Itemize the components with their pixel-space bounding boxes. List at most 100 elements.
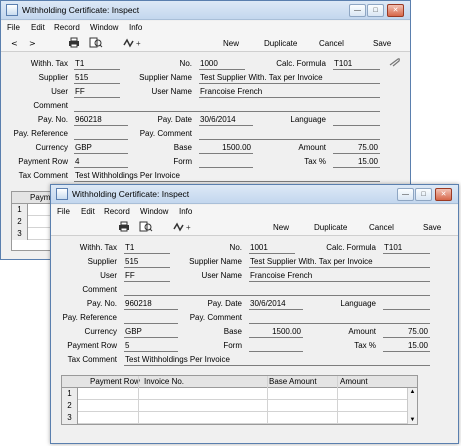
withh-tax-field[interactable]: T1 [124,243,170,254]
comment-field[interactable] [124,285,430,296]
activity-icon[interactable]: + [173,222,193,234]
pay-date-field[interactable]: 30/6/2014 [249,299,303,310]
back-titlebar[interactable]: Withholding Certificate: Inspect — □ ✕ [1,1,410,20]
new-button[interactable]: New [223,39,239,48]
no-field[interactable]: 1000 [199,59,245,70]
amount-field[interactable]: 75.00 [333,143,380,154]
supplier-name-field[interactable]: Test Supplier With. Tax per Invoice [249,257,430,268]
pay-no-field[interactable]: 960218 [74,115,128,126]
pay-date-field[interactable]: 30/6/2014 [199,115,253,126]
window-app-icon [56,188,68,200]
currency-field[interactable]: GBP [74,143,128,154]
front-titlebar[interactable]: Withholding Certificate: Inspect — □ ✕ [51,185,458,204]
base-field[interactable]: 1500.00 [249,327,303,338]
menu-window[interactable]: Window [90,23,118,32]
table-row[interactable]: 1 [62,388,407,400]
pay-no-field[interactable]: 960218 [124,299,178,310]
activity-icon[interactable]: + [123,38,143,50]
tax-comment-field[interactable]: Test Withholdings Per Invoice [124,355,430,366]
supplier-field[interactable]: 515 [124,257,170,268]
form-field[interactable] [249,341,303,352]
calc-formula-field[interactable]: T101 [383,243,430,254]
pay-reference-field[interactable] [74,129,128,140]
print-preview-icon[interactable] [89,37,103,50]
user-name-field[interactable]: Francoise French [249,271,430,282]
row-number: 1 [12,204,28,216]
no-label: No. [179,59,192,68]
print-icon[interactable] [118,221,130,234]
payment-row-field[interactable]: 4 [74,157,128,168]
front-window[interactable]: Withholding Certificate: Inspect — □ ✕ F… [50,184,459,444]
duplicate-button[interactable]: Duplicate [314,223,347,232]
no-field[interactable]: 1001 [249,243,295,254]
close-icon[interactable]: ✕ [435,188,452,201]
print-preview-icon[interactable] [139,221,153,234]
form-field[interactable] [199,157,253,168]
save-button[interactable]: Save [423,223,441,232]
table-row[interactable]: 2 [62,400,407,412]
tax-comment-label: Tax Comment [18,171,68,180]
payment-row-field[interactable]: 5 [124,341,178,352]
grid-col-amount: Amount [340,377,368,386]
minimize-icon[interactable]: — [397,188,414,201]
pay-no-label: Pay. No. [86,299,117,308]
withh-tax-label: Withh. Tax [30,59,68,68]
window-title: Withholding Certificate: Inspect [22,5,140,15]
row-number: 2 [12,216,28,228]
table-row[interactable]: 3 [62,412,407,424]
calc-formula-field[interactable]: T101 [333,59,380,70]
user-field[interactable]: FF [124,271,170,282]
supplier-field[interactable]: 515 [74,73,120,84]
svg-text:+: + [136,39,141,48]
duplicate-button[interactable]: Duplicate [264,39,297,48]
grid-scrollbar[interactable]: ▲ ▼ [407,388,417,424]
amount-field[interactable]: 75.00 [383,327,430,338]
comment-field[interactable] [74,101,380,112]
menu-info[interactable]: Info [129,23,142,32]
menu-edit[interactable]: Edit [31,23,45,32]
tax-comment-field[interactable]: Test Withholdings Per Invoice [74,171,380,182]
user-field[interactable]: FF [74,87,120,98]
save-button[interactable]: Save [373,39,391,48]
menu-info[interactable]: Info [179,207,192,216]
close-icon[interactable]: ✕ [387,4,404,17]
scroll-down-icon[interactable]: ▼ [408,417,417,423]
currency-field[interactable]: GBP [124,327,178,338]
user-label: User [100,271,117,280]
previous-record-button[interactable]: < [11,39,18,48]
language-field[interactable] [383,299,430,310]
menu-record[interactable]: Record [104,207,130,216]
cancel-button[interactable]: Cancel [369,223,394,232]
user-name-field[interactable]: Francoise French [199,87,380,98]
pay-comment-field[interactable] [199,129,380,140]
print-icon[interactable] [68,37,80,50]
menu-file[interactable]: File [7,23,20,32]
pay-reference-field[interactable] [124,313,178,324]
next-record-button[interactable]: > [29,39,36,48]
menu-window[interactable]: Window [140,207,168,216]
menu-file[interactable]: File [57,207,70,216]
grid-header: Payment Row Invoice No. Base Amount Amou… [62,376,417,388]
paperclip-icon[interactable] [388,57,401,67]
minimize-icon[interactable]: — [349,4,366,17]
cancel-button[interactable]: Cancel [319,39,344,48]
menu-record[interactable]: Record [54,23,80,32]
withh-tax-field[interactable]: T1 [74,59,120,70]
tax-pct-field[interactable]: 15.00 [333,157,380,168]
maximize-icon[interactable]: □ [367,4,384,17]
invoice-grid[interactable]: Payment Row Invoice No. Base Amount Amou… [61,375,418,425]
scroll-up-icon[interactable]: ▲ [408,389,417,395]
user-name-label: User Name [201,271,242,280]
base-field[interactable]: 1500.00 [199,143,253,154]
language-field[interactable] [333,115,380,126]
new-button[interactable]: New [273,223,289,232]
base-label: Base [223,327,242,336]
supplier-name-field[interactable]: Test Supplier With. Tax per Invoice [199,73,380,84]
currency-label: Currency [84,327,117,336]
pay-comment-field[interactable] [249,313,430,324]
tax-pct-field[interactable]: 15.00 [383,341,430,352]
pay-no-label: Pay. No. [37,115,68,124]
maximize-icon[interactable]: □ [415,188,432,201]
menu-bar: File Edit Record Window Info [51,205,458,219]
menu-edit[interactable]: Edit [81,207,95,216]
